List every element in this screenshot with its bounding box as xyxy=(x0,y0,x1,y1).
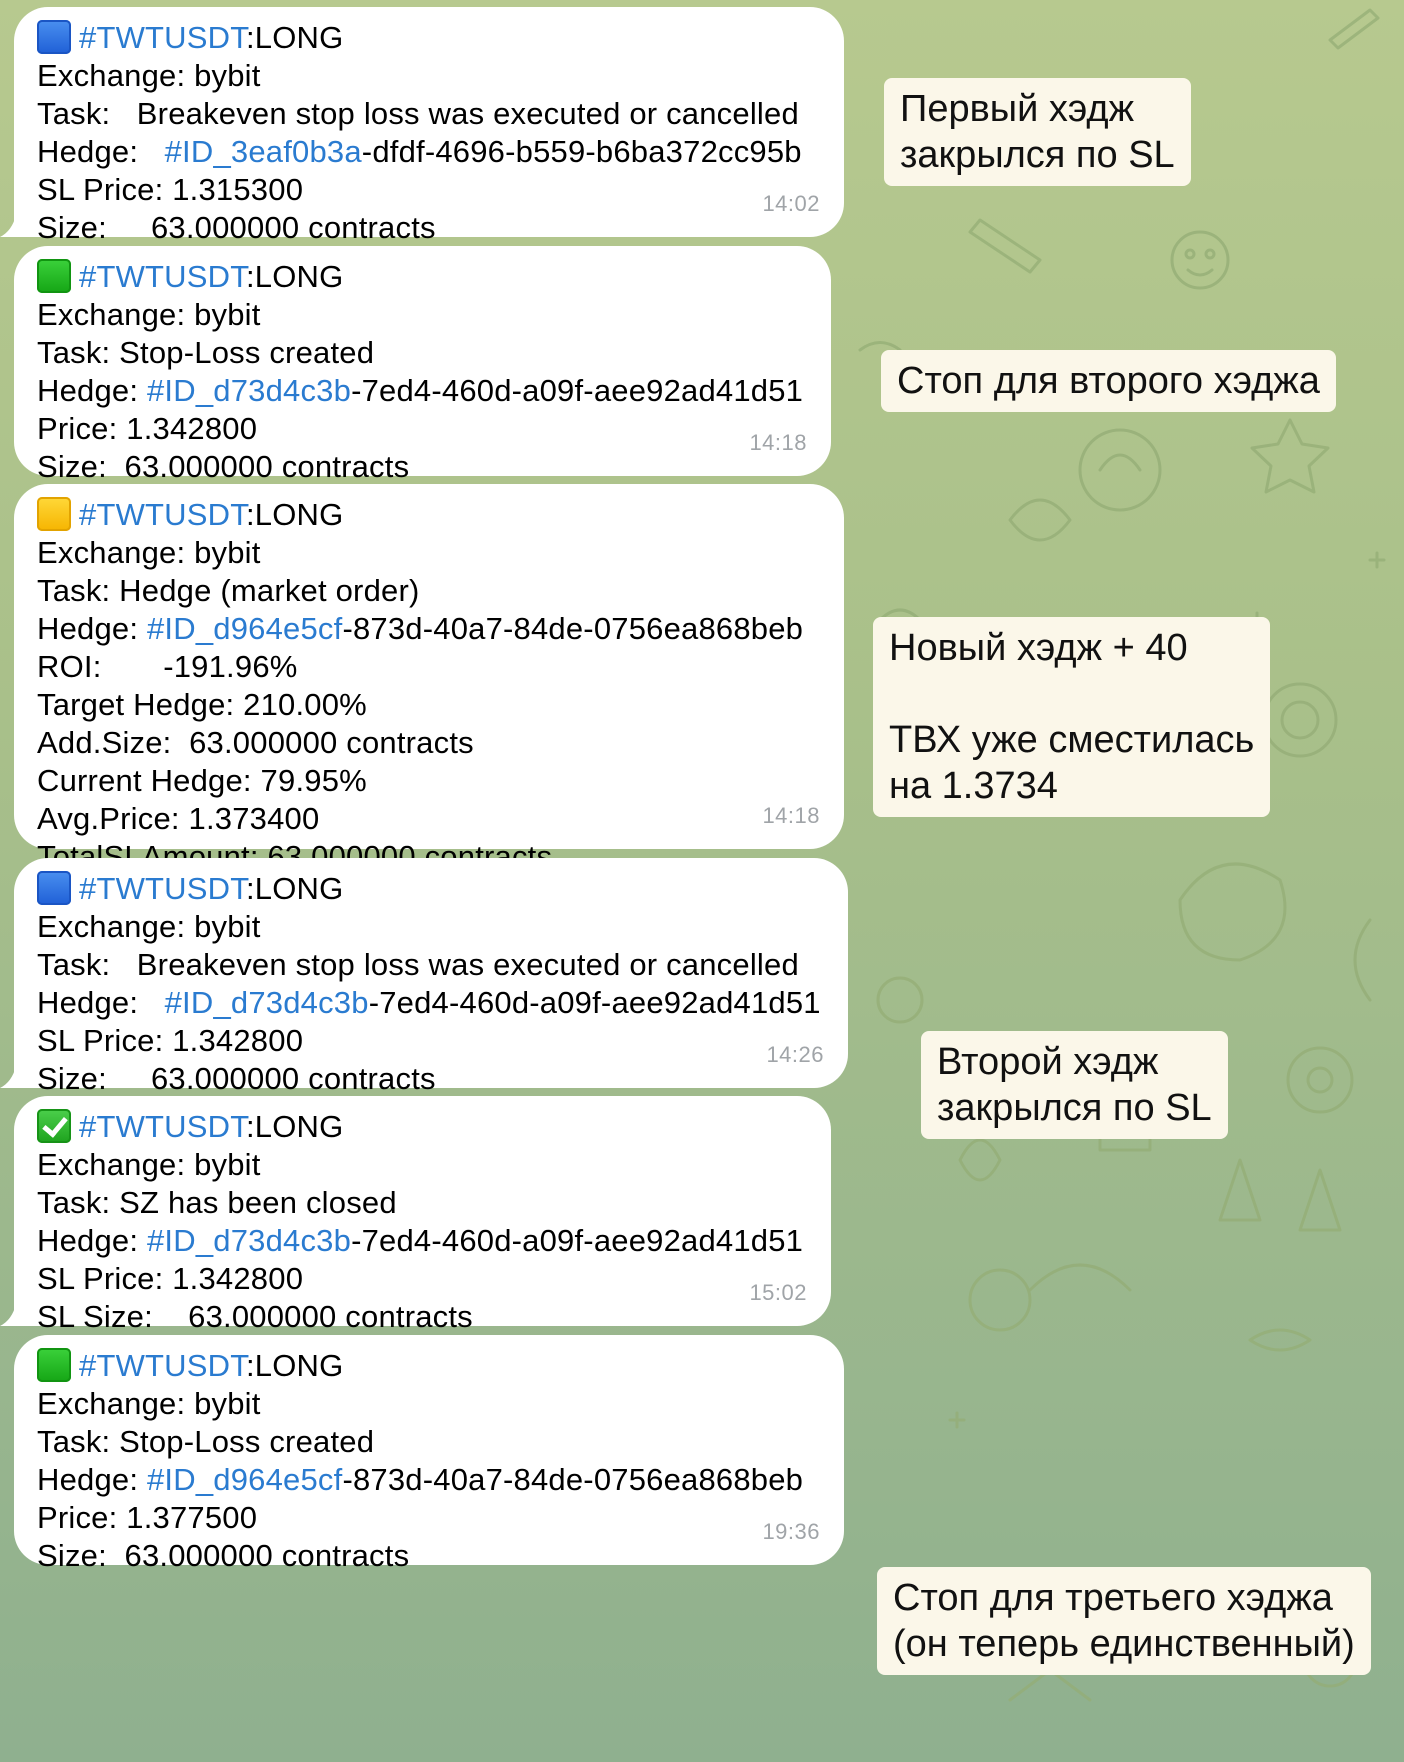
hedge-id-hashtag[interactable]: #ID_d73d4c3b xyxy=(147,373,351,408)
size-line: Size: 63.000000 contracts xyxy=(37,210,436,245)
ticker-hashtag[interactable]: #TWTUSDT xyxy=(79,497,246,532)
size-line: Size: 63.000000 contracts xyxy=(37,1061,436,1096)
task-line: Task: SZ has been closed xyxy=(37,1185,397,1220)
message-header: #TWTUSDT:LONG xyxy=(37,19,820,57)
sl-size-line: SL Size: 63.000000 contracts xyxy=(37,1299,473,1334)
hedge-label: Hedge: xyxy=(37,134,165,169)
hedge-line: Hedge: #ID_d73d4c3b-7ed4-460d-a09f-aee92… xyxy=(37,984,824,1022)
hedge-label: Hedge: xyxy=(37,1462,147,1497)
hedge-id-suffix: -873d-40a7-84de-0756ea868beb xyxy=(342,1462,804,1497)
ticker-hashtag[interactable]: #TWTUSDT xyxy=(79,259,246,294)
message-header: #TWTUSDT:LONG xyxy=(37,1108,807,1146)
message-time: 19:36 xyxy=(762,1519,820,1544)
task-line: Task: Stop-Loss created xyxy=(37,1424,375,1459)
hedge-id-suffix: -7ed4-460d-a09f-aee92ad41d51 xyxy=(351,373,804,408)
hedge-line: Hedge: #ID_d73d4c3b-7ed4-460d-a09f-aee92… xyxy=(37,372,807,410)
green-square-icon xyxy=(37,259,71,293)
price-line: Price: 1.377500 xyxy=(37,1500,258,1535)
hedge-id-hashtag[interactable]: #ID_d73d4c3b xyxy=(147,1223,351,1258)
add-size-line: Add.Size: 63.000000 contracts xyxy=(37,725,474,760)
hedge-line: Hedge: #ID_d964e5cf-873d-40a7-84de-0756e… xyxy=(37,1461,820,1499)
exchange-line: Exchange: bybit xyxy=(37,1386,261,1421)
bubble-tail xyxy=(0,215,16,237)
message-bubble-2[interactable]: #TWTUSDT:LONG Exchange: bybit Task: Stop… xyxy=(14,246,831,484)
message-header: #TWTUSDT:LONG xyxy=(37,870,824,908)
exchange-line: Exchange: bybit xyxy=(37,535,261,570)
message-bubble-3[interactable]: #TWTUSDT:LONG Exchange: bybit Task: Hedg… xyxy=(14,484,844,874)
size-line: Size: 63.000000 contracts xyxy=(37,1538,410,1573)
yellow-square-icon xyxy=(37,497,71,531)
hedge-id-suffix: -873d-40a7-84de-0756ea868beb xyxy=(342,611,804,646)
task-line: Task: Hedge (market order) xyxy=(37,573,420,608)
ticker-hashtag[interactable]: #TWTUSDT xyxy=(79,20,246,55)
message-time: 14:18 xyxy=(749,430,807,455)
hedge-id-hashtag[interactable]: #ID_3eaf0b3a xyxy=(165,134,362,169)
hedge-line: Hedge: #ID_d73d4c3b-7ed4-460d-a09f-aee92… xyxy=(37,1222,807,1260)
roi-line: ROI: -191.96% xyxy=(37,649,298,684)
hedge-label: Hedge: xyxy=(37,611,147,646)
ticker-hashtag[interactable]: #TWTUSDT xyxy=(79,871,246,906)
exchange-line: Exchange: bybit xyxy=(37,1147,261,1182)
sl-price-line: SL Price: 1.315300 xyxy=(37,172,304,207)
position-side: :LONG xyxy=(245,871,344,906)
task-line: Task: Breakeven stop loss was executed o… xyxy=(37,96,799,131)
task-line: Task: Breakeven stop loss was executed o… xyxy=(37,947,799,982)
exchange-line: Exchange: bybit xyxy=(37,297,261,332)
position-side: :LONG xyxy=(245,259,344,294)
message-bubble-4[interactable]: #TWTUSDT:LONG Exchange: bybit Task: Brea… xyxy=(0,858,848,1096)
hedge-label: Hedge: xyxy=(37,985,165,1020)
check-mark-icon xyxy=(37,1109,71,1143)
message-header: #TWTUSDT:LONG xyxy=(37,1347,820,1385)
annotation-note-5: Стоп для третьего хэджа (он теперь единс… xyxy=(877,1567,1371,1675)
sl-price-line: SL Price: 1.342800 xyxy=(37,1261,304,1296)
annotation-note-1: Первый хэдж закрылся по SL xyxy=(884,78,1191,186)
ticker-hashtag[interactable]: #TWTUSDT xyxy=(79,1348,246,1383)
hedge-id-suffix: -dfdf-4696-b559-b6ba372cc95b xyxy=(361,134,802,169)
exchange-line: Exchange: bybit xyxy=(37,909,261,944)
hedge-line: Hedge: #ID_d964e5cf-873d-40a7-84de-0756e… xyxy=(37,610,820,648)
blue-square-icon xyxy=(37,20,71,54)
message-time: 14:18 xyxy=(762,803,820,828)
ticker-hashtag[interactable]: #TWTUSDT xyxy=(79,1109,246,1144)
target-hedge-line: Target Hedge: 210.00% xyxy=(37,687,367,722)
position-side: :LONG xyxy=(245,20,344,55)
exchange-line: Exchange: bybit xyxy=(37,58,261,93)
annotation-note-2: Стоп для второго хэджа xyxy=(881,350,1336,412)
hedge-id-suffix: -7ed4-460d-a09f-aee92ad41d51 xyxy=(368,985,821,1020)
hedge-label: Hedge: xyxy=(37,1223,147,1258)
bubble-tail xyxy=(0,1304,16,1326)
position-side: :LONG xyxy=(245,497,344,532)
sl-price-line: SL Price: 1.342800 xyxy=(37,1023,304,1058)
hedge-id-hashtag[interactable]: #ID_d964e5cf xyxy=(147,1462,342,1497)
position-side: :LONG xyxy=(245,1109,344,1144)
hedge-label: Hedge: xyxy=(37,373,147,408)
bubble-tail xyxy=(0,1066,16,1088)
price-line: Price: 1.342800 xyxy=(37,411,258,446)
message-time: 15:02 xyxy=(749,1280,807,1305)
hedge-id-hashtag[interactable]: #ID_d73d4c3b xyxy=(165,985,369,1020)
message-time: 14:02 xyxy=(762,191,820,216)
hedge-id-hashtag[interactable]: #ID_d964e5cf xyxy=(147,611,342,646)
message-header: #TWTUSDT:LONG xyxy=(37,496,820,534)
task-line: Task: Stop-Loss created xyxy=(37,335,375,370)
hedge-line: Hedge: #ID_3eaf0b3a-dfdf-4696-b559-b6ba3… xyxy=(37,133,820,171)
position-side: :LONG xyxy=(245,1348,344,1383)
message-bubble-5[interactable]: #TWTUSDT:LONG Exchange: bybit Task: SZ h… xyxy=(0,1096,831,1334)
green-square-icon xyxy=(37,1348,71,1382)
blue-square-icon xyxy=(37,871,71,905)
message-time: 14:26 xyxy=(766,1042,824,1067)
message-bubble-6[interactable]: #TWTUSDT:LONG Exchange: bybit Task: Stop… xyxy=(14,1335,844,1573)
size-line: Size: 63.000000 contracts xyxy=(37,449,410,484)
message-header: #TWTUSDT:LONG xyxy=(37,258,807,296)
current-hedge-line: Current Hedge: 79.95% xyxy=(37,763,367,798)
annotation-note-3: Новый хэдж + 40 ТВХ уже сместилась на 1.… xyxy=(873,617,1271,817)
avg-price-line: Avg.Price: 1.373400 xyxy=(37,801,320,836)
annotation-note-4: Второй хэдж закрылся по SL xyxy=(921,1031,1228,1139)
hedge-id-suffix: -7ed4-460d-a09f-aee92ad41d51 xyxy=(351,1223,804,1258)
message-bubble-1[interactable]: #TWTUSDT:LONG Exchange: bybit Task: Brea… xyxy=(0,7,844,245)
